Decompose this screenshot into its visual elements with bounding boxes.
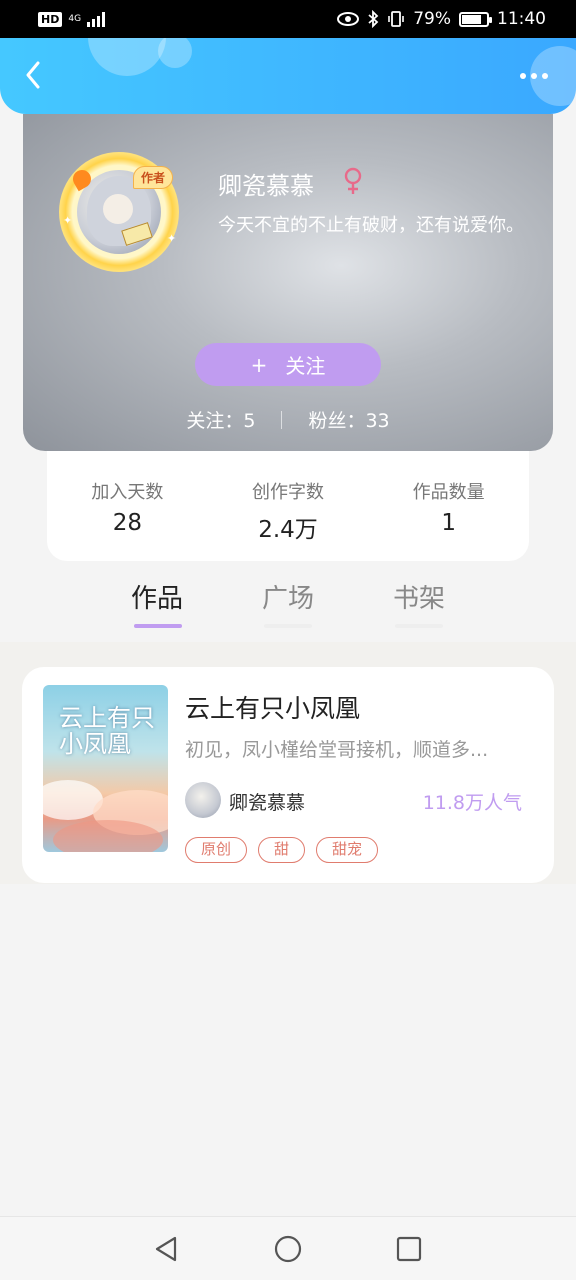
stat-word-count: 创作字数 2.4万: [223, 478, 353, 544]
network-type: 4G: [68, 13, 82, 24]
tab-works[interactable]: 作品: [117, 578, 197, 615]
battery-icon: [459, 11, 492, 27]
profile-tabs: 作品 广场 书架: [0, 562, 576, 640]
book-author-name: 卿瓷慕慕: [229, 792, 306, 814]
tab-bookshelf-underline: [395, 624, 443, 628]
signal-icon: [87, 11, 106, 27]
more-button[interactable]: [514, 66, 554, 86]
status-bar: HD 4G 79% 11:40: [0, 0, 576, 38]
tab-bookshelf[interactable]: 书架: [379, 578, 459, 615]
battery-percent: 79%: [413, 9, 451, 29]
avatar: [185, 782, 221, 818]
eye-icon: [337, 12, 360, 26]
stat-label: 创作字数: [251, 482, 324, 503]
follow-button-label: 关注: [285, 354, 326, 378]
book-cover-title: 云上有只 小凤凰: [59, 704, 155, 758]
user-name: 卿瓷慕慕: [218, 172, 314, 200]
work-card[interactable]: 云上有只 小凤凰 云上有只小凤凰 初见，凤小槿给堂哥接机，顺道多... 卿瓷慕慕 …: [22, 667, 554, 883]
follow-button[interactable]: + 关注: [195, 343, 381, 386]
fans-count[interactable]: 粉丝：33: [308, 406, 389, 433]
tag[interactable]: 甜: [258, 837, 306, 863]
plus-icon: +: [250, 352, 268, 377]
author-badge: 作者: [132, 166, 173, 189]
nav-recents-button[interactable]: [391, 1231, 427, 1267]
nav-home-button[interactable]: [270, 1231, 306, 1267]
tab-square[interactable]: 广场: [248, 578, 328, 615]
author-stats-card: 加入天数 28 创作字数 2.4万 作品数量 1: [47, 451, 529, 561]
following-count[interactable]: 关注：5: [186, 406, 255, 433]
hd-badge: HD: [38, 11, 63, 27]
stat-value: 2.4万: [258, 517, 318, 543]
stat-label: 作品数量: [412, 482, 485, 503]
follow-stats: 关注：5 粉丝：33: [23, 406, 553, 433]
back-chevron-icon: [26, 61, 40, 89]
tab-works-underline: [134, 624, 182, 628]
triangle-back-icon: [155, 1236, 177, 1262]
book-popularity: 11.8万人气: [422, 792, 522, 814]
stat-value: 1: [441, 510, 456, 536]
tab-square-underline: [264, 624, 312, 628]
works-list: 云上有只 小凤凰 云上有只小凤凰 初见，凤小槿给堂哥接机，顺道多... 卿瓷慕慕 …: [0, 642, 576, 884]
divider: [281, 410, 283, 429]
book-tags: 原创 甜 甜宠: [185, 837, 379, 863]
book-title[interactable]: 云上有只小凤凰: [185, 689, 360, 725]
female-icon: [344, 167, 362, 194]
stat-label: 加入天数: [91, 482, 164, 503]
vibrate-icon: [388, 11, 405, 27]
tag[interactable]: 甜宠: [316, 837, 379, 863]
tag[interactable]: 原创: [185, 837, 248, 863]
circle-home-icon: [274, 1235, 302, 1263]
nav-back-button[interactable]: [148, 1231, 184, 1267]
sparkle-icon: ✦: [167, 232, 177, 245]
bluetooth-icon: [368, 10, 379, 28]
stat-days-joined: 加入天数 28: [62, 478, 192, 536]
book-cover[interactable]: 云上有只 小凤凰: [43, 685, 168, 852]
square-recents-icon: [396, 1236, 422, 1262]
back-button[interactable]: [16, 58, 50, 92]
header-bar: [0, 38, 576, 114]
system-nav-bar: [0, 1216, 576, 1280]
user-bio: 今天不宜的不止有破财，还有说爱你。: [218, 215, 524, 236]
sparkle-icon: ✦: [63, 214, 73, 227]
stat-works-count: 作品数量 1: [384, 478, 514, 536]
clock: 11:40: [497, 9, 546, 29]
profile-card: 作者 ✦ ✦ 卿瓷慕慕 今天不宜的不止有破财，还有说爱你。 + 关注 关注：5 …: [23, 114, 553, 451]
stat-value: 28: [112, 510, 142, 536]
book-description: 初见，凤小槿给堂哥接机，顺道多...: [185, 739, 489, 761]
more-dots-icon: [520, 73, 526, 79]
author-avatar-frame[interactable]: 作者 ✦ ✦: [59, 152, 179, 272]
